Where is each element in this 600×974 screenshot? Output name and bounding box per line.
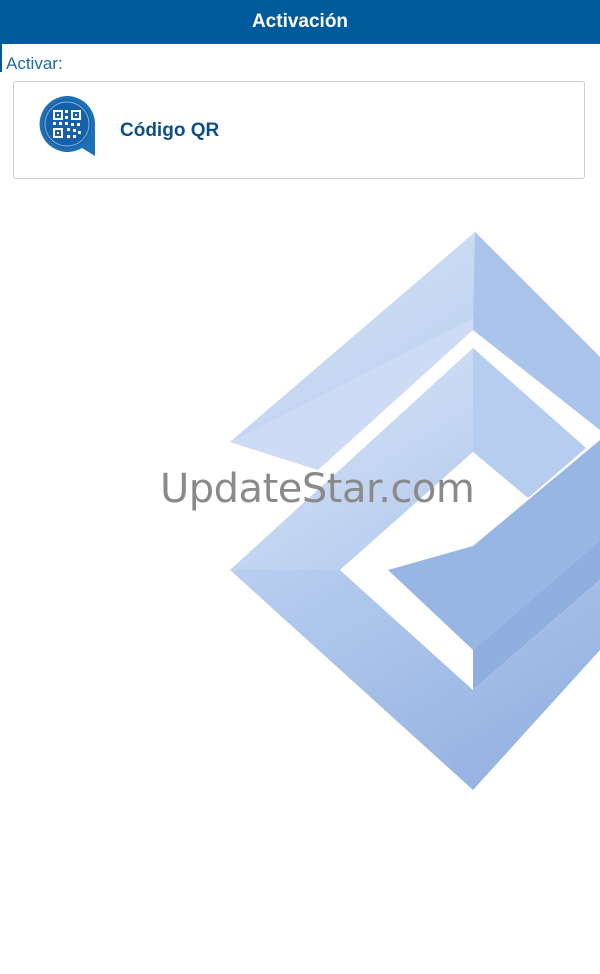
section-label: Activar:: [6, 54, 63, 73]
watermark-text: UpdateStar.com: [160, 466, 475, 512]
qr-code-option-button[interactable]: Código QR: [13, 81, 585, 179]
app-bar: Activación: [0, 0, 600, 44]
qr-code-option-label: Código QR: [120, 120, 220, 141]
qr-code-icon: [39, 96, 95, 156]
page-title: Activación: [251, 11, 349, 32]
scroll-edge-indicator: [0, 44, 2, 72]
